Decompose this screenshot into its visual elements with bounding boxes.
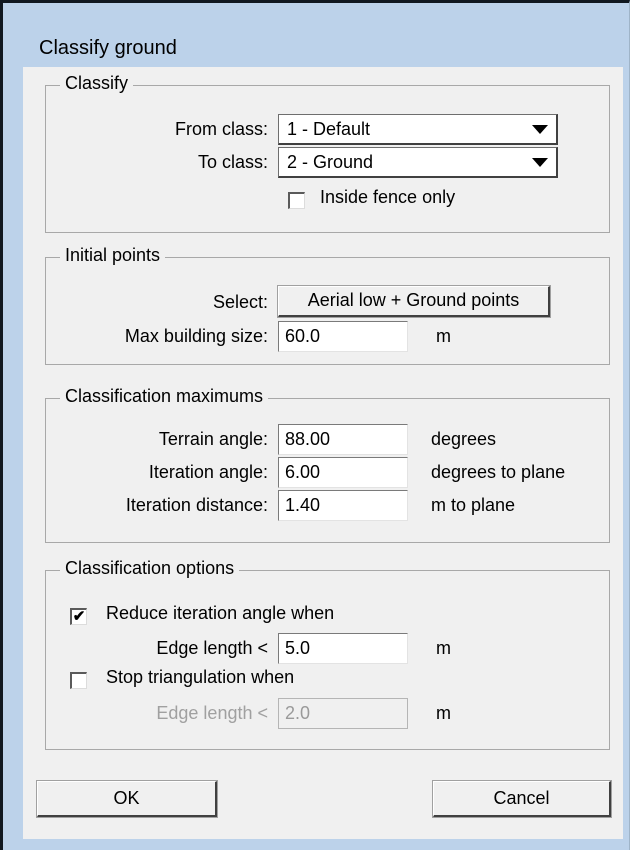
to-class-select[interactable]: 2 - Ground <box>278 147 558 178</box>
terrain-angle-label: Terrain angle: <box>158 429 268 449</box>
iteration-distance-input[interactable] <box>278 490 408 521</box>
dialog-window: Classify ground Classify From class: 1 -… <box>0 0 630 850</box>
reduce-edge-length-label: Edge length < <box>156 638 268 658</box>
dialog-client-area: Classify From class: 1 - Default To clas… <box>23 67 623 839</box>
dialog-title: Classify ground <box>39 37 177 59</box>
stop-edge-length-label: Edge length < <box>156 703 268 723</box>
stop-triangulation-checkbox[interactable] <box>70 672 87 689</box>
initial-points-group-title: Initial points <box>60 245 166 266</box>
max-building-input[interactable] <box>278 321 408 352</box>
ok-button[interactable]: OK <box>36 780 218 818</box>
terrain-angle-unit: degrees <box>431 429 497 449</box>
classification-options-group-title: Classification options <box>60 558 240 579</box>
inside-fence-checkbox[interactable] <box>288 192 305 209</box>
reduce-edge-length-input[interactable] <box>278 633 408 664</box>
classification-maximums-group-title: Classification maximums <box>60 386 269 407</box>
iteration-angle-unit: degrees to plane <box>431 462 566 482</box>
classify-group: Classify From class: 1 - Default To clas… <box>45 73 610 233</box>
iteration-distance-unit: m to plane <box>431 495 516 515</box>
select-points-button[interactable]: Aerial low + Ground points <box>277 285 551 318</box>
chevron-down-icon <box>532 158 548 167</box>
inside-fence-label[interactable]: Inside fence only <box>320 187 455 208</box>
iteration-angle-label: Iteration angle: <box>148 462 268 482</box>
cancel-button[interactable]: Cancel <box>432 780 612 818</box>
from-class-label: From class: <box>174 119 268 139</box>
stop-triangulation-label[interactable]: Stop triangulation when <box>106 667 294 688</box>
initial-points-group: Initial points Select: Aerial low + Grou… <box>45 245 610 365</box>
classification-options-group: Classification options ✔ Reduce iteratio… <box>45 558 610 750</box>
iteration-distance-label: Iteration distance: <box>125 495 268 515</box>
iteration-angle-input[interactable] <box>278 457 408 488</box>
check-mark-icon: ✔ <box>72 608 86 625</box>
reduce-iteration-label[interactable]: Reduce iteration angle when <box>106 603 334 624</box>
to-class-value: 2 - Ground <box>287 152 374 172</box>
classify-group-title: Classify <box>60 73 134 94</box>
stop-edge-length-input <box>278 698 408 729</box>
chevron-down-icon <box>532 125 548 134</box>
reduce-iteration-checkbox[interactable]: ✔ <box>70 608 87 625</box>
max-building-unit: m <box>436 326 451 346</box>
terrain-angle-input[interactable] <box>278 424 408 455</box>
to-class-label: To class: <box>197 152 268 172</box>
from-class-select[interactable]: 1 - Default <box>278 114 558 145</box>
reduce-edge-length-unit: m <box>436 638 451 658</box>
stop-edge-length-unit: m <box>436 703 451 723</box>
select-label: Select: <box>212 292 268 312</box>
max-building-label: Max building size: <box>124 326 268 346</box>
from-class-value: 1 - Default <box>287 119 371 139</box>
classification-maximums-group: Classification maximums Terrain angle: d… <box>45 386 610 543</box>
